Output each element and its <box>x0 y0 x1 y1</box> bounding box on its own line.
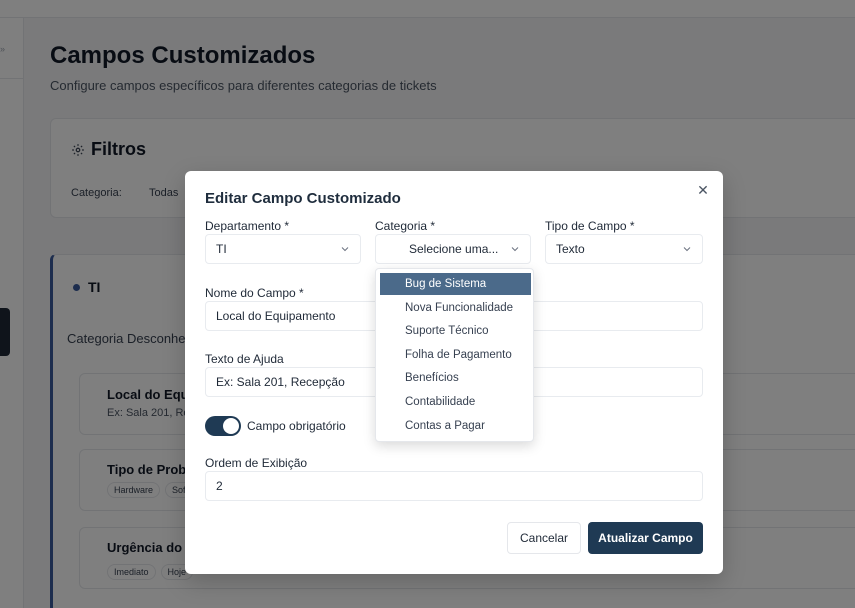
dropdown-option[interactable]: Folha de Pagamento <box>380 344 531 366</box>
category-select-value: Selecione uma... <box>409 242 499 256</box>
required-toggle-label: Campo obrigatório <box>247 419 346 433</box>
close-icon[interactable]: ✕ <box>696 183 710 197</box>
field-name-label: Nome do Campo * <box>205 286 304 300</box>
category-select[interactable]: Selecione uma... <box>375 234 531 264</box>
display-order-value: 2 <box>216 479 223 493</box>
dropdown-option[interactable]: Contabilidade <box>380 391 531 413</box>
dropdown-option[interactable]: Nova Funcionalidade <box>380 297 531 319</box>
dropdown-option[interactable]: Benefícios <box>380 367 531 389</box>
field-name-value: Local do Equipamento <box>216 309 336 323</box>
dropdown-option[interactable]: Bug de Sistema <box>380 273 531 295</box>
chevron-down-icon <box>511 247 519 252</box>
field-type-label: Tipo de Campo * <box>545 219 635 233</box>
toggle-knob <box>223 418 239 434</box>
dropdown-option[interactable]: Contas a Pagar <box>380 415 531 437</box>
category-dropdown-menu: Bug de Sistema Nova Funcionalidade Supor… <box>375 268 534 442</box>
department-select[interactable]: TI <box>205 234 361 264</box>
display-order-input[interactable]: 2 <box>205 471 703 501</box>
chevron-down-icon <box>341 247 349 252</box>
help-text-label: Texto de Ajuda <box>205 352 284 366</box>
modal-title: Editar Campo Customizado <box>205 190 401 207</box>
chevron-down-icon <box>683 247 691 252</box>
field-type-select-value: Texto <box>556 242 585 256</box>
help-text-value: Ex: Sala 201, Recepção <box>216 375 345 389</box>
required-toggle[interactable] <box>205 416 241 436</box>
update-field-button[interactable]: Atualizar Campo <box>588 522 703 554</box>
category-label: Categoria * <box>375 219 436 233</box>
department-select-value: TI <box>216 242 227 256</box>
cancel-button[interactable]: Cancelar <box>507 522 581 554</box>
department-label: Departamento * <box>205 219 290 233</box>
dropdown-option[interactable]: Suporte Técnico <box>380 320 531 342</box>
field-type-select[interactable]: Texto <box>545 234 703 264</box>
display-order-label: Ordem de Exibição <box>205 456 308 470</box>
